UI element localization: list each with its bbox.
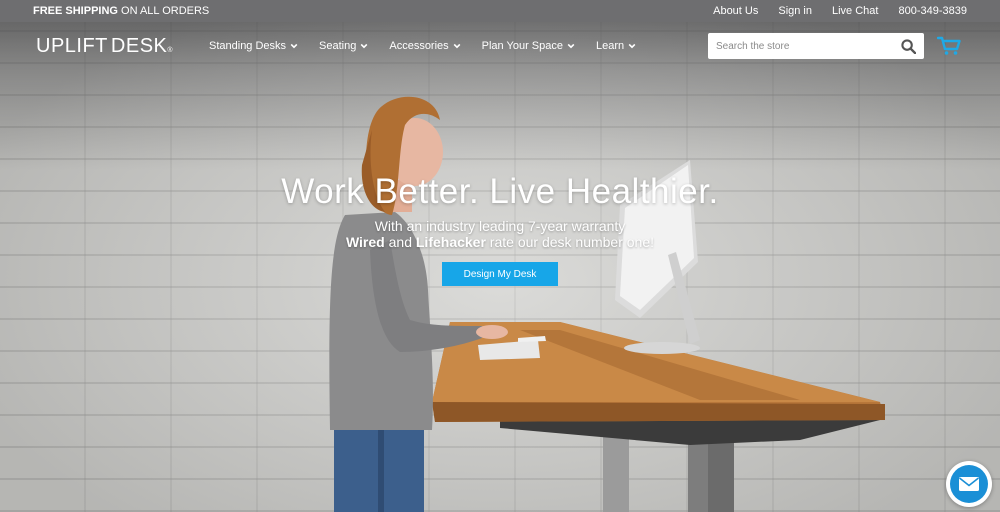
main-nav: UPLIFT DESK ® Standing Desks Seating Acc… <box>0 22 1000 70</box>
chat-widget-inner <box>950 465 988 503</box>
nav-label: Seating <box>319 40 357 52</box>
press-lifehacker: Lifehacker <box>415 234 486 250</box>
live-chat-link[interactable]: Live Chat <box>832 5 878 17</box>
about-us-link[interactable]: About Us <box>713 5 758 17</box>
logo-part-uplift: UPLIFT <box>36 34 108 57</box>
promo-rest: ON ALL ORDERS <box>117 5 210 17</box>
nav-item-learn[interactable]: Learn <box>596 40 636 52</box>
top-links: About Us Sign in Live Chat 800-349-3839 <box>713 5 967 17</box>
uplift-desk-logo[interactable]: UPLIFT DESK ® <box>36 35 209 58</box>
hero-headline: Work Better. Live Healthier. <box>281 172 719 211</box>
chevron-down-icon <box>453 43 461 49</box>
cart-icon[interactable] <box>937 36 961 56</box>
announcement-bar: FREE SHIPPING ON ALL ORDERS About Us Sig… <box>0 0 1000 22</box>
free-shipping-promo: FREE SHIPPING ON ALL ORDERS <box>33 5 209 17</box>
nav-item-accessories[interactable]: Accessories <box>389 40 461 52</box>
hero-subtitle-warranty: With an industry leading 7-year warranty <box>374 218 626 234</box>
hero-photo <box>329 96 885 512</box>
chevron-down-icon <box>567 43 575 49</box>
press-rest: rate our desk number one! <box>485 234 655 250</box>
search-input[interactable] <box>716 40 901 52</box>
chat-widget-button[interactable] <box>946 461 992 507</box>
nav-label: Plan Your Space <box>481 40 564 52</box>
nav-label: Learn <box>596 40 625 52</box>
nav-label: Accessories <box>389 40 449 52</box>
search-icon[interactable] <box>901 38 916 54</box>
nav-label: Standing Desks <box>209 40 287 52</box>
press-wired: Wired <box>345 234 385 250</box>
promo-bold: FREE SHIPPING <box>33 5 118 17</box>
phone-link[interactable]: 800-349-3839 <box>898 5 967 17</box>
chevron-down-icon <box>360 43 368 49</box>
nav-menu: Standing Desks Seating Accessories Plan … <box>209 40 636 52</box>
hero-subtitle-press: Wired and Lifehacker rate our desk numbe… <box>0 234 1000 250</box>
nav-item-seating[interactable]: Seating <box>319 40 368 52</box>
hero-background <box>0 0 1000 512</box>
press-and: and <box>384 234 416 250</box>
nav-item-plan-your-space[interactable]: Plan Your Space <box>482 40 575 52</box>
design-my-desk-button[interactable]: Design My Desk <box>442 262 558 286</box>
chevron-down-icon <box>628 43 636 49</box>
logo-registered-mark: ® <box>167 46 174 54</box>
logo-part-desk: DESK <box>110 34 168 57</box>
chevron-down-icon <box>290 43 298 49</box>
search-box <box>708 33 924 59</box>
sign-in-link[interactable]: Sign in <box>778 5 812 17</box>
nav-item-standing-desks[interactable]: Standing Desks <box>209 40 298 52</box>
envelope-icon <box>959 477 979 491</box>
